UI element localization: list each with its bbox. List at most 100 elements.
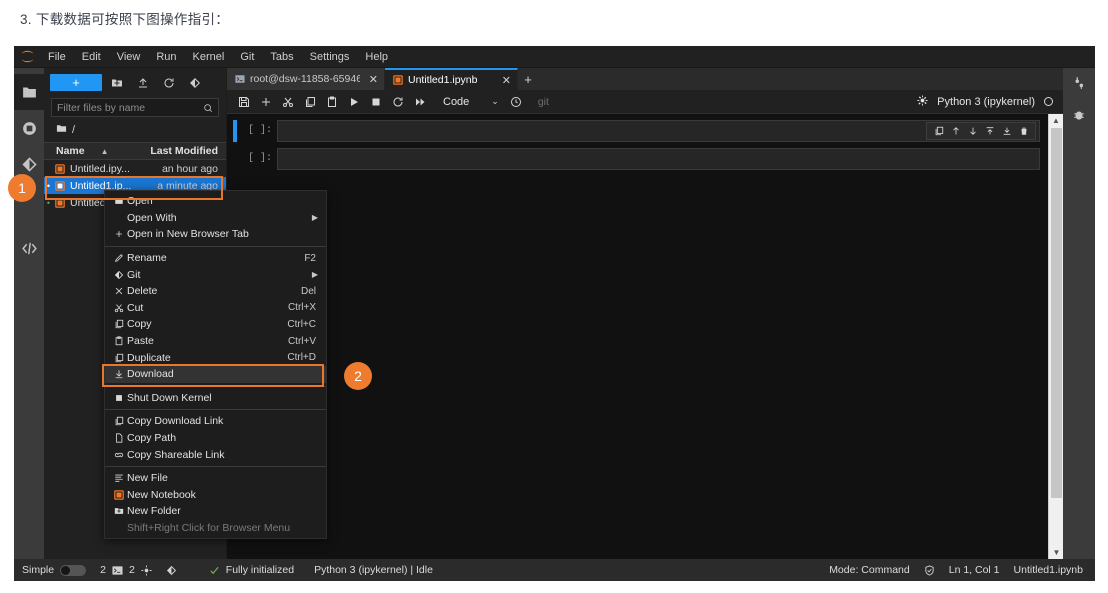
menu-item-label: Copy: [127, 318, 152, 331]
stop-square-icon: [111, 393, 127, 403]
menu-help[interactable]: Help: [357, 46, 396, 68]
menu-separator: [105, 245, 326, 247]
insert-cell-icon[interactable]: [255, 92, 276, 112]
git-clone-icon[interactable]: [184, 74, 206, 92]
property-inspector-icon[interactable]: [1072, 76, 1086, 90]
menu-item-label: Copy Path: [127, 432, 177, 445]
file-list-header: Name ▲ Last Modified: [44, 142, 226, 160]
cell-type-select[interactable]: Code ⌄: [435, 93, 505, 111]
copy-cell-icon[interactable]: [299, 92, 320, 112]
file-row-untitled[interactable]: Untitled.ipy... an hour ago: [44, 160, 226, 177]
duplicate-cell-icon[interactable]: [931, 124, 946, 139]
menu-item-label: Delete: [127, 285, 158, 298]
save-icon[interactable]: [233, 92, 254, 112]
menu-settings[interactable]: Settings: [302, 46, 358, 68]
new-launcher-button[interactable]: +: [50, 74, 102, 91]
close-icon[interactable]: ✕: [369, 73, 378, 86]
new-folder-icon[interactable]: [106, 74, 128, 92]
cell-editor[interactable]: [277, 148, 1040, 170]
gear-icon[interactable]: [141, 564, 152, 576]
simple-mode-toggle[interactable]: Simple: [22, 564, 87, 576]
column-name[interactable]: Name ▲: [44, 145, 148, 157]
menu-item-copy-path[interactable]: Copy Path: [105, 430, 326, 447]
menu-edit[interactable]: Edit: [74, 46, 109, 68]
menu-item-open[interactable]: Open: [105, 193, 326, 210]
menu-item-open-with[interactable]: Open With ▶: [105, 210, 326, 227]
move-cell-up-icon[interactable]: [948, 124, 963, 139]
kernel-indicator[interactable]: Python 3 (ipykernel): [917, 94, 1063, 109]
menu-item-shut-down-kernel[interactable]: Shut Down Kernel: [105, 390, 326, 407]
scroll-up-arrow-icon[interactable]: ▲: [1049, 114, 1063, 127]
breadcrumb[interactable]: /: [44, 117, 226, 142]
clock-icon[interactable]: [506, 92, 527, 112]
active-cell-marker: [233, 120, 237, 142]
upload-icon[interactable]: [132, 74, 154, 92]
extension-manager-icon[interactable]: [14, 230, 44, 266]
search-input[interactable]: [57, 101, 203, 114]
paste-cell-icon[interactable]: [321, 92, 342, 112]
menu-file[interactable]: File: [40, 46, 74, 68]
kernel-gear-icon[interactable]: [917, 94, 928, 109]
menu-separator: [105, 465, 326, 467]
menu-item-rename[interactable]: Rename F2: [105, 250, 326, 267]
interrupt-kernel-icon[interactable]: [365, 92, 386, 112]
menu-item-new-folder[interactable]: New Folder: [105, 503, 326, 520]
insert-cell-above-icon[interactable]: [982, 124, 997, 139]
scrollbar-thumb[interactable]: [1051, 128, 1062, 498]
status-bar: Simple 2 2 Fully initialized Python 3 (i…: [14, 559, 1095, 581]
notebook-icon: [53, 197, 66, 208]
tab-terminal[interactable]: root@dsw-11858-65946945f ✕: [227, 68, 385, 90]
menu-item-open-in-new-browser-tab[interactable]: Open in New Browser Tab: [105, 226, 326, 243]
menu-item-label: Git: [127, 268, 141, 281]
restart-kernel-icon[interactable]: [387, 92, 408, 112]
git-diamond-icon[interactable]: [166, 565, 177, 576]
kernel-status-text[interactable]: Python 3 (ipykernel) | Idle: [314, 564, 433, 576]
menu-item-new-notebook[interactable]: New Notebook: [105, 487, 326, 504]
kernel-sessions-indicator[interactable]: 2 2: [100, 564, 152, 576]
cell-marker-inactive: [233, 148, 237, 170]
menu-item-delete[interactable]: Delete Del: [105, 283, 326, 300]
scissors-icon: [111, 303, 127, 313]
menu-item-copy[interactable]: Copy Ctrl+C: [105, 316, 326, 333]
restart-run-all-icon[interactable]: [409, 92, 430, 112]
new-tab-button[interactable]: +: [518, 68, 538, 90]
cut-cell-icon[interactable]: [277, 92, 298, 112]
scroll-down-arrow-icon[interactable]: ▼: [1049, 546, 1064, 559]
menu-item-copy-download-link[interactable]: Copy Download Link: [105, 413, 326, 430]
duplicate-icon: [111, 353, 127, 363]
filter-files-field[interactable]: [51, 98, 219, 117]
cell-prompt: [ ]:: [247, 153, 272, 164]
menu-item-git[interactable]: Git ▶: [105, 266, 326, 283]
chevron-down-icon: ⌄: [491, 96, 499, 106]
menu-item-download[interactable]: Download: [105, 365, 326, 383]
shield-icon[interactable]: [924, 564, 935, 576]
move-cell-down-icon[interactable]: [965, 124, 980, 139]
notebook-cell-1[interactable]: [ ]:: [227, 120, 1048, 148]
menu-item-paste[interactable]: Paste Ctrl+V: [105, 333, 326, 350]
running-terminals-icon[interactable]: [14, 110, 44, 146]
file-browser-icon[interactable]: [14, 74, 44, 110]
menu-item-duplicate[interactable]: Duplicate Ctrl+D: [105, 349, 326, 366]
tab-untitled1-notebook[interactable]: Untitled1.ipynb ✕: [385, 68, 518, 90]
toggle-switch[interactable]: [60, 564, 87, 576]
menu-kernel[interactable]: Kernel: [185, 46, 233, 68]
notebook-scrollbar[interactable]: ▲ ▼: [1048, 114, 1063, 559]
menu-item-label: Duplicate: [127, 351, 171, 364]
cell-hover-toolbar: [926, 122, 1036, 140]
terminal-count: 2: [128, 564, 135, 576]
delete-cell-icon[interactable]: [1016, 124, 1031, 139]
run-cell-icon[interactable]: [343, 92, 364, 112]
menu-tabs[interactable]: Tabs: [262, 46, 301, 68]
notebook-cell-2[interactable]: [ ]:: [227, 148, 1048, 176]
menu-git[interactable]: Git: [232, 46, 262, 68]
insert-cell-below-icon[interactable]: [999, 124, 1014, 139]
menu-item-new-file[interactable]: New File: [105, 470, 326, 487]
debugger-icon[interactable]: [1072, 108, 1086, 122]
menu-run[interactable]: Run: [148, 46, 184, 68]
refresh-icon[interactable]: [158, 74, 180, 92]
menu-view[interactable]: View: [109, 46, 149, 68]
menu-item-copy-shareable-link[interactable]: Copy Shareable Link: [105, 446, 326, 463]
column-last-modified[interactable]: Last Modified: [148, 145, 226, 157]
close-icon[interactable]: ✕: [502, 74, 511, 87]
menu-item-cut[interactable]: Cut Ctrl+X: [105, 300, 326, 317]
